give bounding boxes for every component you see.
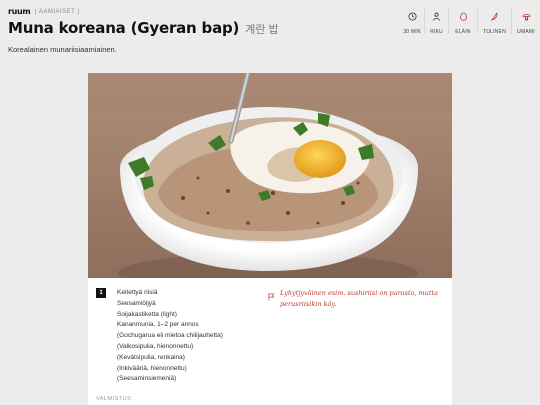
ingredient-item: Seesamiöljyä bbox=[117, 299, 156, 307]
ingredient-item: (Valkosipulia, hienonnettu) bbox=[117, 342, 194, 350]
meta-taste-label: UMAMI bbox=[517, 29, 535, 35]
flag-icon bbox=[268, 288, 275, 309]
korean-title: 계란 밥 bbox=[245, 24, 279, 36]
ingredient-item: Kananmunia, 1–2 per annos bbox=[117, 321, 199, 329]
meta-spice: TULINEN bbox=[477, 8, 511, 35]
page-title: Muna koreana (Gyeran bap) bbox=[8, 19, 240, 37]
step-number: 1 bbox=[96, 288, 106, 298]
meta-author-label: RIKU bbox=[430, 29, 443, 35]
method-heading: VALMISTUS bbox=[96, 396, 132, 402]
ingredient-item: Keitettyä riisiä bbox=[117, 289, 158, 296]
ingredient-item: Soijakastiketta (light) bbox=[117, 310, 177, 318]
chili-icon bbox=[490, 8, 499, 26]
brand-row: ruum ( AAMIAISET ) bbox=[8, 7, 80, 16]
egg-icon bbox=[459, 8, 468, 26]
breadcrumb[interactable]: ( AAMIAISET ) bbox=[34, 9, 79, 15]
meta-spice-label: TULINEN bbox=[483, 29, 506, 35]
recipe-meta: 30 MIN RIKU ELÄIN TULINEN UMAMI bbox=[400, 8, 540, 35]
ingredient-item: (Gochugarua eli mietoa chilijauhetta) bbox=[117, 332, 223, 340]
meta-time: 30 MIN bbox=[400, 8, 424, 35]
recipe-photo bbox=[88, 73, 452, 278]
meta-time-label: 30 MIN bbox=[403, 29, 421, 35]
title-row: Muna koreana (Gyeran bap) 계란 밥 bbox=[8, 19, 279, 37]
ingredient-item: (Seesaminsiemeniä) bbox=[117, 375, 177, 383]
header: ruum ( AAMIAISET ) Muna koreana (Gyeran … bbox=[0, 0, 540, 42]
meta-taste: UMAMI bbox=[511, 8, 540, 35]
ingredient-item: (Inkivääriä, hienonnettu) bbox=[117, 364, 187, 372]
ingredients-card: 1 Keitettyä riisiä Seesamiöljyä Soijakas… bbox=[88, 278, 452, 405]
ingredient-tip: Lyhytjyväinen esim. sushiriisi on parast… bbox=[268, 288, 443, 309]
site-logo[interactable]: ruum bbox=[8, 7, 31, 16]
ingredient-item: (Kevätsipulia, renkaina) bbox=[117, 353, 185, 361]
mushroom-icon bbox=[522, 8, 531, 26]
meta-author[interactable]: RIKU bbox=[424, 8, 448, 35]
tip-text: Lyhytjyväinen esim. sushiriisi on parast… bbox=[280, 289, 438, 308]
person-icon bbox=[432, 8, 441, 26]
meta-diet-label: ELÄIN bbox=[455, 29, 471, 35]
meta-diet: ELÄIN bbox=[448, 8, 477, 35]
food-photo-icon bbox=[88, 73, 452, 278]
recipe-subtitle: Korealainen munariisiaamiainen. bbox=[8, 45, 117, 54]
clock-icon bbox=[407, 8, 417, 26]
ingredient-list: Keitettyä riisiä Seesamiöljyä Soijakasti… bbox=[117, 288, 223, 385]
